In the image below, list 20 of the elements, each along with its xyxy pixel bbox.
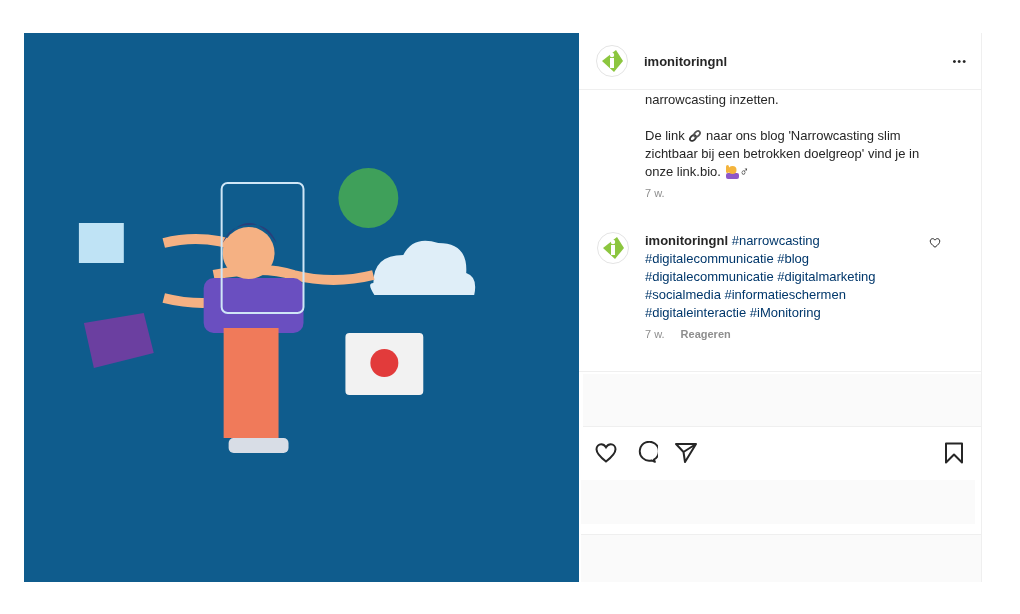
hashtag-link[interactable]: #digitalmarketing [777,269,876,284]
send-icon[interactable] [674,441,698,465]
hashtag-link[interactable]: #socialmedia [645,287,721,302]
hashtag-link[interactable]: #informatieschermen [724,287,846,302]
heart-icon[interactable] [929,237,941,249]
hashtag-link[interactable]: #narrowcasting [731,233,820,248]
hashtag-link[interactable]: #digitalecommunicatie [645,251,774,266]
timestamp: 7 w. [645,328,665,340]
hashtag-link[interactable]: #blog [777,251,810,266]
bookmark-icon[interactable] [942,441,966,465]
comment-username[interactable]: imonitoringnl [645,233,729,248]
hashtag-link[interactable]: #iMonitoring [749,305,821,320]
timestamp: 7 w. [645,187,665,199]
more-options-button[interactable]: ••• [952,55,967,67]
hashtag-link[interactable]: #digitaleinteractie [645,305,747,320]
hashtag-link[interactable]: #digitalecommunicatie [645,269,774,284]
username[interactable]: imonitoringnl [644,53,728,69]
caption-text: De link naar ons blog 'Narrowcasting slim zichtbaar bij een betrokken doelgreop' vind je in onze link.bio. ♂ [645,127,921,181]
heart-icon[interactable] [594,441,618,465]
caption-text: narrowcasting inzetten. [645,91,780,109]
